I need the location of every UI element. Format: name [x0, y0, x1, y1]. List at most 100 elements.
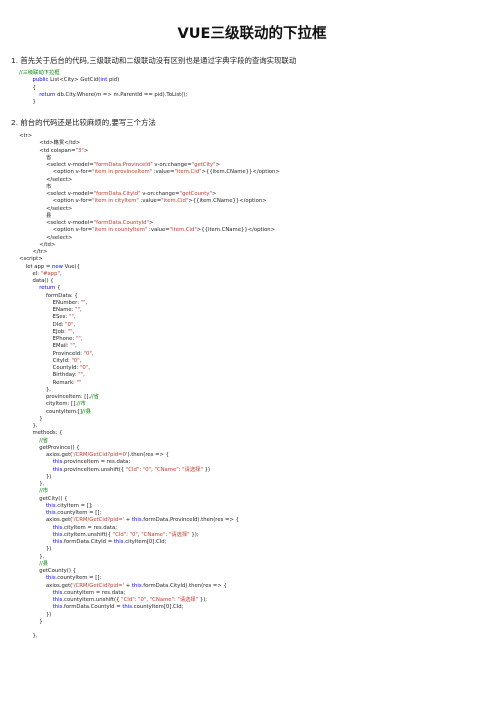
- code-token: getCounty() {: [19, 568, 76, 574]
- code-token: "CName": [149, 597, 174, 603]
- code-token: .provinceItem.unshift({: [62, 466, 126, 473]
- code-token: "请选择": [168, 531, 190, 538]
- code-token: {: [19, 84, 36, 91]
- code-line: getCity() {: [19, 496, 280, 503]
- code-token: "CName": [154, 466, 179, 473]
- code-line: EMail: "",: [19, 343, 280, 350]
- code-token: el:: [19, 270, 41, 277]
- code-token: >: [211, 191, 217, 197]
- code-token: "getCounty": [179, 191, 212, 197]
- code-token: axios.get(: [19, 517, 73, 524]
- code-token: .countyItem = res.data;: [62, 589, 126, 596]
- code-line: this.provinceItem.unshift({ "CId": "0", …: [19, 467, 280, 474]
- code-token: .formData.CountyId =: [62, 604, 123, 611]
- code-line: </select>: [19, 206, 280, 213]
- code-line: <td colspan="3">: [19, 148, 280, 155]
- code-token: "0": [79, 365, 89, 371]
- code-token: ,: [59, 270, 62, 277]
- code-token: ,: [79, 357, 82, 364]
- code-token: List<City> GetCid(: [48, 77, 101, 84]
- code-token: ,: [74, 314, 76, 321]
- code-token: this: [52, 539, 63, 545]
- code-line: }): [19, 546, 280, 553]
- code-token: <option v-for=: [19, 227, 93, 234]
- code-token: '/CRM/GetCid?pid=': [72, 517, 125, 524]
- code-token: v-on:change=: [140, 191, 180, 197]
- code-token: '/CRM/GetCid?pid=0': [72, 452, 128, 458]
- code-token: "item.Cid": [169, 227, 197, 234]
- code-token: DId:: [19, 321, 66, 328]
- code-token: ,: [80, 336, 83, 342]
- code-token: "item in cityItem": [92, 198, 139, 205]
- code-line: },: [19, 554, 280, 561]
- code-token: formData: {: [19, 292, 78, 299]
- code-line: getProvince() {: [19, 445, 280, 452]
- code-token: "getCity": [191, 162, 216, 168]
- code-line: //市: [19, 488, 280, 495]
- code-token: CountyId:: [19, 365, 80, 371]
- code-token: this: [45, 510, 56, 516]
- code-token: countyItem:[]: [19, 408, 82, 415]
- code-line: this.formData.CityId = this.cityItem[0].…: [19, 539, 280, 546]
- code-token: this: [45, 502, 56, 509]
- code-line: getCounty() {: [19, 568, 280, 575]
- code-token: Remark:: [19, 379, 77, 386]
- code-line: <select v-model="formData.CityId" v-on:c…: [19, 191, 280, 198]
- code-token: "0": [129, 531, 138, 538]
- code-token: ENumber:: [19, 299, 81, 306]
- code-token: EMail:: [19, 343, 71, 350]
- code-token: "CId": [112, 531, 127, 538]
- code-token: "item.Cid": [161, 198, 189, 205]
- code-token: "CId": [121, 597, 135, 603]
- code-token: +: [124, 517, 132, 524]
- code-token: //市: [39, 488, 49, 495]
- code-token: ProvinceId:: [19, 350, 84, 357]
- code-line: DId: "0",: [19, 322, 280, 329]
- code-token: .countyItem[0].CId;: [132, 604, 184, 611]
- code-line: <td>籍贯</td>: [19, 140, 280, 147]
- code-token: "item in provinceItem": [92, 169, 153, 176]
- code-token: .cityItem = res.data;: [62, 524, 117, 531]
- code-line: CountyId: "0",: [19, 365, 280, 372]
- code-line: <script>: [19, 256, 280, 263]
- code-line: //县: [19, 561, 280, 568]
- code-token: "3": [75, 147, 84, 154]
- code-token: getCity() {: [19, 495, 68, 502]
- code-token: </select>: [19, 205, 73, 212]
- code-token: <select v-model=: [19, 162, 94, 168]
- code-token: .formData.CityId).then(res => {: [141, 582, 227, 589]
- code-token: ESex:: [19, 314, 70, 321]
- code-token: :value=: [147, 227, 170, 234]
- code-token: >{{item.CName}}</option>: [201, 169, 280, 176]
- code-line: <option v-for="item in countyItem" :valu…: [19, 227, 280, 234]
- code-line: ESex: "",: [19, 314, 280, 321]
- code-token: cityItem: [],: [19, 401, 77, 408]
- code-token: getProvince() {: [19, 444, 80, 451]
- code-block-backend: //三级联动下拉框 public List<City> GetCid(int p…: [19, 70, 187, 106]
- code-token: let app =: [19, 263, 53, 270]
- code-token: </select>: [19, 234, 73, 241]
- code-line: }: [19, 99, 187, 106]
- section-heading-2: 2. 前台的代码还是比较麻烦的,要写三个方法: [11, 118, 156, 127]
- code-line: this.cityItem.unshift({ "CId": "0", "CNa…: [19, 532, 280, 539]
- code-token: }): [202, 466, 211, 473]
- code-token: this: [52, 589, 63, 596]
- code-line: </td>: [19, 242, 280, 249]
- code-token: this: [52, 524, 63, 531]
- code-line: el: "#app",: [19, 271, 280, 278]
- code-line: public List<City> GetCid(int pid): [19, 77, 187, 84]
- code-line: ProvinceId: "0",: [19, 351, 280, 358]
- code-token: this: [45, 575, 56, 582]
- code-token: <script>: [19, 256, 43, 263]
- code-line: data() {: [19, 278, 280, 285]
- code-line: }): [19, 612, 280, 619]
- code-line: </tr>: [19, 249, 280, 256]
- code-token: <select v-model=: [19, 220, 94, 226]
